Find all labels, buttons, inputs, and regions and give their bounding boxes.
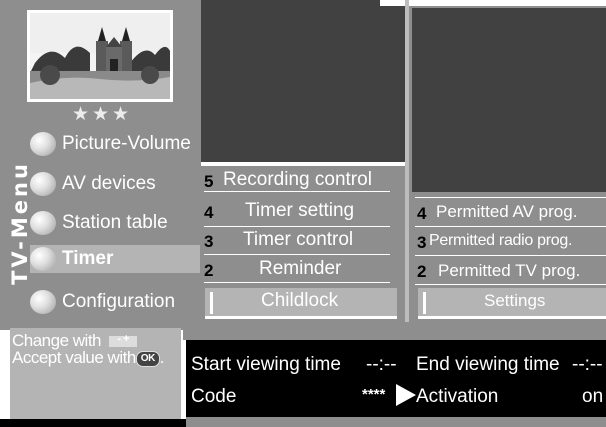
code-label: Code [191, 386, 237, 407]
ok-icon: OK [135, 350, 160, 367]
item-number: 5 [204, 172, 214, 191]
end-viewing-time-label: End viewing time [416, 354, 560, 375]
divider [204, 226, 390, 227]
divider [405, 0, 409, 322]
item-label: Settings [484, 291, 546, 310]
childlock-item-permitted-tv[interactable]: 2 Permitted TV prog. [410, 259, 606, 283]
start-viewing-time-label: Start viewing time [191, 354, 341, 375]
item-label: Childlock [261, 290, 339, 311]
item-label: Timer control [243, 229, 354, 250]
timer-item-reminder[interactable]: 2 Reminder [201, 258, 401, 282]
timer-preview-box [201, 0, 407, 162]
menu-item-label: Timer [62, 248, 114, 269]
divider [415, 284, 606, 285]
hint-accept-text: Accept value with [12, 348, 136, 367]
menu-item-label: AV devices [62, 173, 156, 194]
childlock-item-permitted-av[interactable]: 4 Permitted AV prog. [410, 201, 606, 225]
holstentor-image [30, 13, 170, 99]
tv-menu-title-text: TV-Menu [8, 161, 32, 285]
ball-icon [30, 247, 56, 271]
item-number: 3 [417, 233, 427, 252]
item-label: Permitted TV prog. [438, 261, 581, 280]
selection-marker [423, 292, 426, 314]
settings-bar-bottom [186, 417, 606, 427]
item-number: 2 [204, 261, 214, 280]
timer-item-timer-control[interactable]: 3 Timer control [201, 229, 401, 253]
menu-item-timer[interactable]: Timer [30, 245, 200, 273]
settings-bar-top [183, 322, 606, 340]
divider [380, 0, 606, 6]
ball-icon [30, 132, 56, 156]
timer-item-timer-setting[interactable]: 4 Timer setting [201, 200, 401, 224]
hint-accept: Accept value with OK. [12, 348, 165, 367]
divider [201, 162, 406, 166]
item-number: 4 [204, 203, 214, 222]
picture-thumbnail [27, 10, 173, 102]
divider [204, 254, 390, 255]
item-number: 3 [204, 232, 214, 251]
star-icon: ★ [72, 104, 90, 125]
ball-icon [30, 172, 56, 196]
end-viewing-time-value[interactable]: --:-- [572, 354, 603, 376]
menu-item-station-table[interactable]: Station table [30, 208, 200, 238]
minus-plus-icon: - + [109, 333, 138, 348]
item-label: Recording control [223, 169, 372, 190]
hint-box: Change with - + Accept value with OK. [10, 328, 181, 419]
tv-menu-title: TV-Menu [8, 148, 32, 298]
divider [415, 226, 606, 227]
arrow-right-icon [396, 384, 416, 406]
menu-item-picture-volume[interactable]: Picture-Volume [30, 129, 200, 159]
start-viewing-time-value[interactable]: --:-- [366, 354, 397, 376]
menu-item-label: Station table [62, 212, 168, 233]
timer-item-childlock[interactable]: Childlock [205, 288, 397, 319]
star-icon: ★ [112, 104, 130, 125]
timer-item-recording-control[interactable]: 5 Recording control [201, 168, 401, 192]
menu-item-av-devices[interactable]: AV devices [30, 169, 200, 199]
ball-icon [30, 211, 56, 235]
item-label: Permitted radio prog. [429, 232, 573, 249]
menu-item-configuration[interactable]: Configuration [30, 287, 200, 317]
bottom-border [0, 419, 186, 427]
menu-item-label: Picture-Volume [62, 133, 191, 154]
item-label: Permitted AV prog. [436, 202, 578, 221]
divider [415, 197, 606, 198]
ball-icon [30, 290, 56, 314]
item-label: Timer setting [245, 200, 355, 221]
item-number: 2 [417, 262, 427, 281]
divider [204, 282, 390, 283]
childlock-item-settings[interactable]: Settings [418, 288, 606, 319]
childlock-item-permitted-radio[interactable]: 3 Permitted radio prog. [410, 230, 606, 254]
activation-label: Activation [416, 386, 499, 407]
settings-bar: Start viewing time --:-- End viewing tim… [186, 340, 606, 425]
divider [415, 255, 606, 256]
item-label: Reminder [259, 258, 342, 279]
selection-marker [210, 292, 213, 314]
activation-value[interactable]: on [582, 386, 603, 408]
code-value[interactable]: **** [362, 386, 385, 403]
item-number: 4 [417, 204, 427, 223]
star-icon: ★ [92, 104, 110, 125]
menu-item-label: Configuration [62, 291, 176, 312]
childlock-preview-box [412, 8, 606, 192]
